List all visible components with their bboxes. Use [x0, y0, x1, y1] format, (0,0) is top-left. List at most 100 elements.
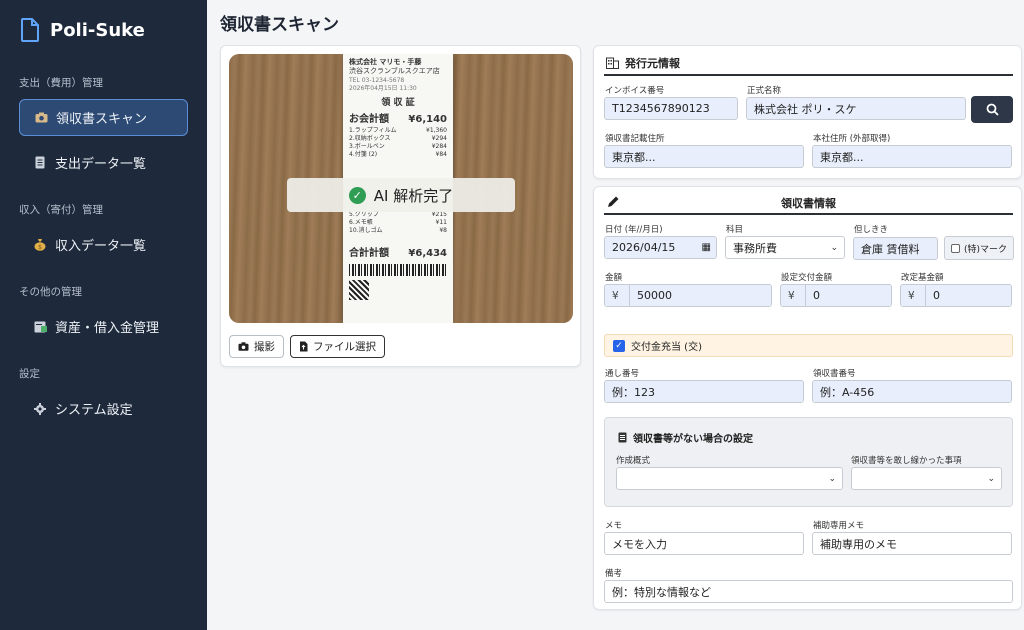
document-icon [618, 432, 627, 443]
brand[interactable]: Poli-Suke [20, 18, 145, 42]
camera-icon [34, 111, 48, 125]
date-field[interactable]: 2026/04/15 ▦ [604, 236, 717, 259]
ai-analysis-complete-badge: ✓ AI 解析完了 [287, 178, 515, 212]
receipt-total-label: お会計額 [349, 114, 389, 126]
receipt-address-field[interactable]: 東京都... [604, 145, 804, 168]
reason-label: 領収書等を敢し線かった事項 [851, 456, 962, 466]
sidebar: Poli-Suke 支出（費用）管理 領収書スキャン 支出データ一覧 収入（寄付… [0, 0, 207, 630]
creation-select[interactable]: ⌄ [616, 467, 843, 490]
receipt-no-label: 領収書番号 [813, 369, 856, 379]
chevron-down-icon: ⌄ [987, 473, 995, 484]
receipt-address-label: 領収書記載住所 [605, 134, 665, 144]
yen-prefix: ¥ [908, 285, 926, 306]
barcode [349, 263, 447, 276]
section-title-settings: 設定 [19, 368, 40, 380]
section-title-other: その他の管理 [19, 286, 82, 298]
document-logo-icon [21, 18, 39, 42]
search-button[interactable] [971, 96, 1013, 123]
receipt-preview-image[interactable]: 株式会社 マリモ・手藤 渋谷スクランブルスクエア店 TEL 03-1234-56… [229, 54, 573, 323]
search-icon [986, 103, 999, 116]
qr-code [349, 279, 369, 300]
reason-select[interactable]: ⌄ [851, 467, 1002, 490]
grant-amount-field[interactable]: ¥ 0 [780, 284, 892, 307]
sidebar-item-expense-list[interactable]: 支出データ一覧 [19, 144, 188, 181]
file-select-label: ファイル選択 [313, 341, 376, 353]
category-label: 科目 [726, 225, 744, 235]
grant-check-label: 交付金充当 (交) [631, 342, 702, 353]
fund-amount-value: 0 [933, 289, 940, 302]
chevron-down-icon: ⌄ [830, 242, 838, 253]
payee-field[interactable]: 倉庫 賃借料 [853, 237, 938, 260]
money-bag-icon: $ [33, 238, 47, 252]
sidebar-item-assets[interactable]: 資産・借入金管理 [19, 308, 188, 345]
payee-label: 但しきき [854, 225, 889, 235]
serial-label: 通し番号 [605, 369, 640, 379]
amount-value: 50000 [637, 289, 672, 302]
grant-allocation-checkbox[interactable]: ✓ 交付金充当 (交) [604, 334, 1013, 357]
no-receipt-panel: 領収書等がない場合の設定 作成概式 ⌄ 領収書等を敢し線かった事項 ⌄ [604, 417, 1013, 507]
serial-field[interactable]: 例：123 [604, 380, 804, 403]
scan-card: 株式会社 マリモ・手藤 渋谷スクランブルスクエア店 TEL 03-1234-56… [220, 45, 581, 367]
divider [604, 213, 1013, 215]
receipt-info-heading: 領収書情報 [781, 197, 836, 210]
photo-button-label: 撮影 [254, 341, 275, 353]
section-title-expense: 支出（費用）管理 [19, 77, 103, 89]
aux-memo-field[interactable]: 補助専用のメモ [812, 532, 1012, 555]
issuer-heading: 発行元情報 [606, 55, 680, 71]
ai-status-text: AI 解析完了 [373, 186, 454, 205]
special-mark-toggle[interactable]: (特)マーク [944, 236, 1015, 260]
memo-field[interactable]: メモを入力 [604, 532, 804, 555]
receipt-paid-label: 合計計額 [349, 248, 389, 260]
aux-memo-label: 補助専用メモ [813, 521, 865, 531]
app-name: Poli-Suke [50, 19, 145, 41]
photo-button[interactable]: 撮影 [229, 335, 284, 358]
building-icon [606, 57, 619, 69]
issuer-card: 発行元情報 インボイス番号 T1234567890123 正式名称 株式会社 ポ… [593, 45, 1022, 179]
hq-address-field[interactable]: 東京都... [812, 145, 1012, 168]
invoice-number-field[interactable]: T1234567890123 [604, 97, 738, 120]
special-mark-label: (特)マーク [964, 244, 1008, 255]
remarks-field[interactable]: 例：特別な情報など [604, 580, 1013, 603]
sidebar-item-system-settings[interactable]: システム設定 [19, 390, 188, 427]
yen-prefix: ¥ [612, 285, 630, 306]
ledger-icon [33, 320, 47, 334]
receipt-store: 渋谷スクランブルスクエア店 [349, 67, 440, 76]
calendar-icon[interactable]: ▦ [702, 242, 711, 253]
page-title: 領収書スキャン [220, 15, 339, 35]
category-select[interactable]: 事務所費 ⌄ [725, 236, 845, 259]
file-select-button[interactable]: ファイル選択 [290, 335, 385, 358]
grant-amount-value: 0 [813, 289, 820, 302]
checkbox-icon [951, 243, 960, 253]
grant-amount-label: 設定交付金額 [781, 273, 833, 283]
official-name-field[interactable]: 株式会社 ポリ・スケ [746, 97, 966, 120]
gear-icon [33, 402, 47, 416]
svg-text:$: $ [38, 244, 42, 251]
date-label: 日付 (年//月日) [605, 225, 663, 235]
receipt-total-value: ¥6,140 [408, 114, 447, 126]
divider [604, 74, 1013, 76]
fund-amount-label: 改定基金額 [901, 273, 944, 283]
date-value: 2026/04/15 [612, 241, 676, 254]
sidebar-item-label: 収入データ一覧 [55, 239, 147, 254]
official-name-label: 正式名称 [747, 86, 782, 96]
receipt-title: 領 収 証 [381, 98, 415, 109]
section-title-income: 収入（寄付）管理 [19, 204, 103, 216]
sidebar-item-receipt-scan[interactable]: 領収書スキャン [19, 99, 188, 136]
receipt-no-field[interactable]: 例：A-456 [812, 380, 1012, 403]
amount-field[interactable]: ¥ 50000 [604, 284, 772, 307]
sidebar-item-label: システム設定 [55, 403, 133, 418]
sidebar-item-label: 支出データ一覧 [55, 157, 147, 172]
yen-prefix: ¥ [788, 285, 806, 306]
receipt-info-card: 領収書情報 日付 (年//月日) 2026/04/15 ▦ 科目 事務所費 ⌄ … [593, 186, 1022, 610]
invoice-label: インボイス番号 [605, 86, 665, 96]
no-receipt-heading-text: 領収書等がない場合の設定 [633, 434, 753, 445]
checkbox-checked-icon: ✓ [613, 339, 625, 352]
fund-amount-field[interactable]: ¥ 0 [900, 284, 1012, 307]
chevron-down-icon: ⌄ [828, 473, 836, 484]
camera-icon [238, 342, 249, 351]
file-upload-icon [300, 341, 308, 352]
no-receipt-heading: 領収書等がない場合の設定 [618, 430, 753, 445]
check-circle-icon: ✓ [348, 186, 366, 204]
sidebar-item-income-list[interactable]: $ 収入データ一覧 [19, 226, 188, 263]
amount-label: 金額 [605, 273, 623, 283]
